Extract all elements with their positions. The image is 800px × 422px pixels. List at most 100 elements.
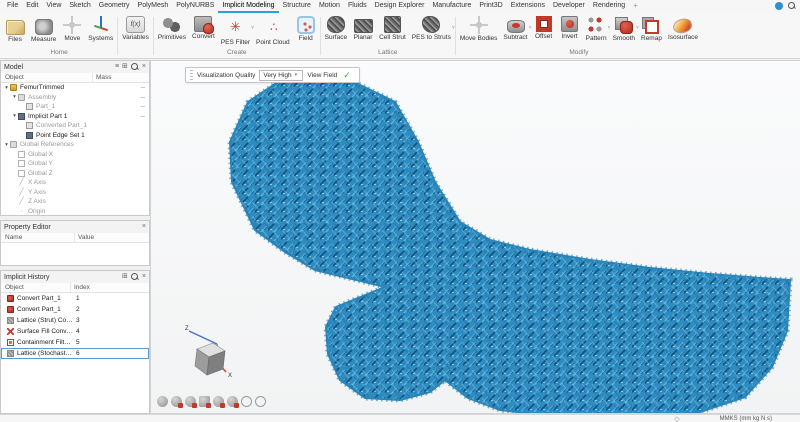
menu-tab-file[interactable]: File [3, 0, 22, 13]
menu-tab-edit[interactable]: Edit [22, 0, 42, 13]
apply-check-button[interactable]: ✓ [341, 70, 353, 81]
tree-row-origin[interactable]: ·Origin [1, 207, 149, 216]
account-icon[interactable] [775, 2, 783, 10]
expander-icon[interactable]: ▾ [11, 113, 18, 119]
search-icon[interactable] [788, 2, 796, 10]
tree-row-global-x[interactable]: Global X [1, 150, 149, 160]
rotate-view-icon[interactable] [185, 396, 196, 407]
zoom-window-icon[interactable] [199, 396, 210, 407]
ribbon-item-files[interactable]: Files [2, 14, 28, 43]
menu-tab-sketch[interactable]: Sketch [65, 0, 94, 13]
ribbon-item-measure[interactable]: Measure [28, 14, 59, 43]
menubar-tabs: FileEditViewSketchGeometryPolyMeshPolyNU… [3, 0, 629, 13]
menu-tab-geometry[interactable]: Geometry [95, 0, 134, 13]
orientation-view-cube[interactable]: Z X [173, 319, 243, 389]
menu-tab-fluids[interactable]: Fluids [344, 0, 371, 13]
menu-tab-polymesh[interactable]: PolyMesh [134, 0, 173, 13]
view-tools-toolbar [157, 396, 266, 407]
pan-icon[interactable] [171, 396, 182, 407]
menu-tab-design-explorer[interactable]: Design Explorer [371, 0, 429, 13]
expander-icon[interactable]: ▾ [3, 85, 10, 91]
quality-dropdown[interactable]: Very High ▾ [259, 70, 303, 81]
column-index[interactable]: Index [71, 283, 149, 292]
ribbon-item-move-bodies[interactable]: Move Bodies [457, 14, 501, 42]
globe-icon[interactable] [241, 396, 252, 407]
ribbon-item-primitives[interactable]: Primitives [155, 14, 189, 41]
tree-row-implicit-part-1[interactable]: ▾Implicit Part 1-- [1, 112, 149, 122]
popout-icon[interactable]: ⊞ [122, 273, 128, 281]
menu-tab-implicit-modeling[interactable]: Implicit Modeling [218, 0, 278, 13]
zoom-icon[interactable] [213, 396, 224, 407]
ribbon-item-variables[interactable]: f(x)Variables [119, 14, 152, 41]
history-row-convert-part-1[interactable]: Convert Part_11 [1, 293, 149, 304]
ribbon-item-isosurface[interactable]: Isosurface [665, 14, 701, 41]
history-row-convert-part-1[interactable]: Convert Part_12 [1, 304, 149, 315]
tree-row-point-edge-set-1[interactable]: Point Edge Set 1 [1, 131, 149, 141]
menu-tab-structure[interactable]: Structure [279, 0, 315, 13]
tree-row-global-z[interactable]: Global Z [1, 169, 149, 179]
ribbon-item-convert[interactable]: Convert [189, 14, 218, 40]
history-row-lattice-strut-converted-part-1[interactable]: Lattice (Strut) Converted Part_13 [1, 315, 149, 326]
search-icon[interactable] [131, 63, 139, 71]
tree-row-y-axis[interactable]: ╱Y Axis [1, 188, 149, 198]
column-value[interactable]: Value [75, 233, 149, 242]
ribbon-item-pes-filter[interactable]: ✳˅PES Filter [218, 14, 253, 46]
expander-icon[interactable]: ▾ [11, 94, 18, 100]
menu-tab-polynurbs[interactable]: PolyNURBS [172, 0, 218, 13]
ribbon-item-pes-to-struts[interactable]: ˅PES to Struts [409, 14, 454, 41]
axis-icon: ╱ [18, 198, 25, 205]
ribbon-item-field[interactable]: Field [293, 14, 319, 42]
units-indicator[interactable]: MMKS (mm kg N s) [720, 416, 772, 422]
ribbon-item-cell-strut[interactable]: Cell Strut [376, 14, 409, 41]
ribbon-item-offset[interactable]: Offset [531, 14, 557, 40]
popout-icon[interactable]: ⊞ [122, 63, 128, 71]
column-object[interactable]: Object [1, 283, 71, 292]
close-icon[interactable]: × [142, 273, 146, 281]
tree-row-converted-part-1[interactable]: Converted Part_1 [1, 121, 149, 131]
close-icon[interactable]: × [142, 223, 146, 231]
ribbon-item-planar[interactable]: Planar [350, 14, 376, 41]
history-row-surface-fill-converted-part-1[interactable]: Surface Fill Converted Part_14 [1, 326, 149, 337]
tree-row-part-1[interactable]: Part_1-- [1, 102, 149, 112]
ribbon-item-pattern[interactable]: ˅Pattern [583, 14, 610, 42]
ribbon-item-remap[interactable]: Remap [638, 14, 665, 42]
add-tab-button[interactable]: + [629, 0, 642, 13]
ribbon-item-invert[interactable]: Invert [557, 14, 583, 40]
history-row-containment-filter-edge-poin[interactable]: Containment Filter (Edge) Poin..5 [1, 337, 149, 348]
caret-down-icon[interactable]: ˅ [452, 25, 455, 31]
menu-tab-rendering[interactable]: Rendering [589, 0, 629, 13]
history-row-lattice-stochastic-point-edg[interactable]: Lattice (Stochastic) Point Edg..6 [1, 348, 149, 359]
menu-tab-extensions[interactable]: Extensions [507, 0, 549, 13]
ribbon-item-move[interactable]: Move [59, 14, 85, 42]
tree-row-x-axis[interactable]: ╱X Axis [1, 178, 149, 188]
ribbon-item-smooth[interactable]: ˅Smooth [610, 14, 638, 42]
expander-icon[interactable]: ▾ [3, 142, 10, 148]
menu-tab-manufacture[interactable]: Manufacture [428, 0, 475, 13]
menu-tab-developer[interactable]: Developer [549, 0, 589, 13]
column-object[interactable]: Object [1, 73, 93, 82]
viewport-3d[interactable]: Visualization Quality Very High ▾ View F… [150, 60, 800, 414]
tree-row-assembly[interactable]: ▾Assembly-- [1, 93, 149, 103]
close-icon[interactable]: × [142, 63, 146, 71]
spin-icon[interactable] [227, 396, 238, 407]
search-icon[interactable] [131, 273, 139, 281]
tree-row-z-axis[interactable]: ╱Z Axis [1, 197, 149, 207]
ribbon-item-systems[interactable]: Systems [85, 14, 116, 42]
menu-tab-motion[interactable]: Motion [315, 0, 344, 13]
toolbar-grip[interactable] [190, 70, 193, 80]
column-name[interactable]: Name [1, 233, 75, 242]
tree-row-femurtrimmed[interactable]: ▾FemurTrimmed-- [1, 83, 149, 93]
ribbon-item-label: Systems [88, 35, 113, 42]
triad-icon[interactable] [255, 396, 266, 407]
orbit-icon[interactable] [157, 396, 168, 407]
list-icon[interactable]: ≡ [115, 63, 119, 71]
ribbon-item-surface[interactable]: Surface [322, 14, 350, 41]
column-mass[interactable]: Mass [93, 73, 149, 82]
menu-tab-view[interactable]: View [42, 0, 65, 13]
tree-row-global-y[interactable]: Global Y [1, 159, 149, 169]
menu-tab-print3d[interactable]: Print3D [475, 0, 506, 13]
ribbon-item-point-cloud[interactable]: ∴Point Cloud [253, 14, 293, 46]
tree-row-global-references[interactable]: ▾Global References [1, 140, 149, 150]
ribbon-item-subtract[interactable]: ˅Subtract [500, 14, 530, 41]
history-item-index: 4 [73, 328, 147, 335]
